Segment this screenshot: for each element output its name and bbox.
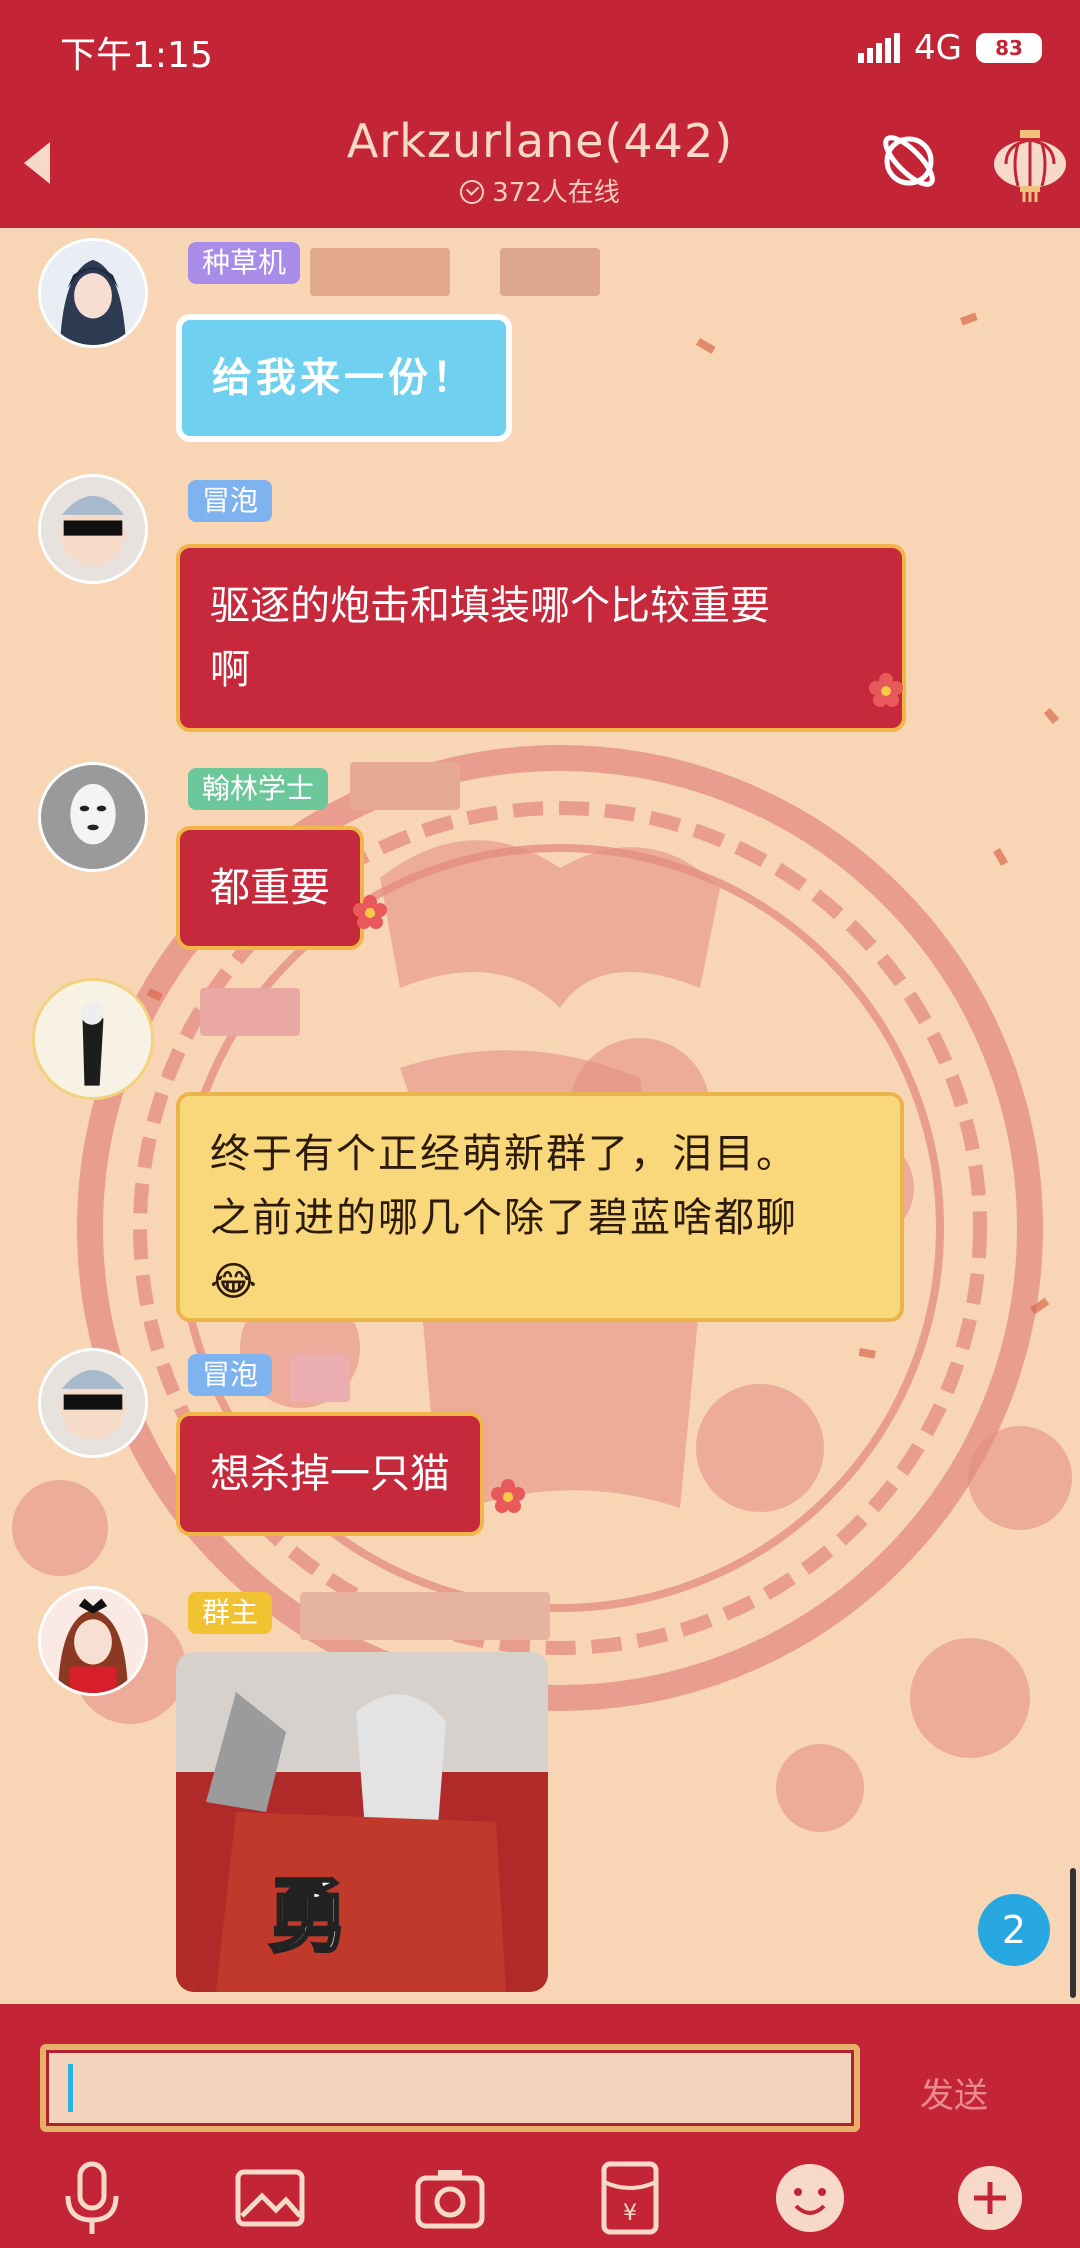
- composer-bar: 发送 ¥: [0, 2004, 1080, 2248]
- network-type: 4G: [914, 28, 962, 68]
- avatar[interactable]: [32, 978, 154, 1100]
- member-tag: 群主: [188, 1592, 273, 1634]
- avatar[interactable]: [38, 1586, 148, 1696]
- message-bubble[interactable]: 终于有个正经萌新群了，泪目。 之前进的哪几个除了碧蓝啥都聊 😂: [176, 1092, 904, 1322]
- scrollbar[interactable]: [1070, 1868, 1076, 1998]
- chat-header: Arkzurlane(442) 372人在线: [0, 100, 1080, 228]
- member-tag: 冒泡: [188, 1354, 273, 1396]
- camera-icon[interactable]: [410, 2158, 490, 2238]
- blurred-nickname: [200, 988, 300, 1036]
- svg-text:¥: ¥: [623, 2201, 637, 2226]
- message-bubble[interactable]: 给我来一份！: [176, 314, 512, 442]
- send-button[interactable]: 发送: [920, 2068, 988, 2117]
- avatar[interactable]: [38, 762, 148, 872]
- emoji-icon[interactable]: [770, 2158, 850, 2238]
- blurred-nickname: [350, 762, 460, 810]
- member-tag: 种草机: [188, 242, 301, 284]
- image-caption: 勇: [267, 1868, 350, 1965]
- chat-message-list[interactable]: 种草机 给我来一份！ 冒泡 驱逐的炮击和填装哪个比较重要 啊 翰林学士 都重要 …: [0, 228, 1080, 2004]
- avatar[interactable]: [38, 474, 148, 584]
- microphone-icon[interactable]: [52, 2158, 132, 2238]
- planet-icon[interactable]: [876, 128, 942, 194]
- battery-icon: 83: [976, 33, 1042, 63]
- avatar[interactable]: [38, 1348, 148, 1458]
- blurred-nickname: [310, 248, 450, 296]
- status-time: 下午1:15: [60, 35, 213, 76]
- battery-level: 83: [995, 36, 1023, 60]
- blurred-nickname: [290, 1354, 350, 1402]
- message-bubble[interactable]: 都重要: [176, 826, 364, 950]
- red-packet-icon[interactable]: ¥: [590, 2158, 670, 2238]
- plus-icon[interactable]: [950, 2158, 1030, 2238]
- member-tag: 冒泡: [188, 480, 273, 522]
- flower-icon: [869, 673, 903, 707]
- message-bubble[interactable]: 驱逐的炮击和填装哪个比较重要 啊: [176, 544, 906, 732]
- flower-icon: [491, 1479, 525, 1513]
- image-thumbnail: [176, 1652, 548, 1992]
- member-tag: 翰林学士: [188, 768, 329, 810]
- unread-badge[interactable]: 2: [978, 1894, 1050, 1966]
- laughing-emoji: 😂: [210, 1259, 259, 1305]
- input-toolbar: ¥: [0, 2154, 1080, 2248]
- lantern-icon[interactable]: [990, 124, 1070, 204]
- signal-icon: [858, 33, 901, 63]
- status-bar: 下午1:15 4G 83: [0, 0, 1080, 100]
- text-cursor: [68, 2064, 73, 2112]
- blurred-nickname: [500, 248, 600, 296]
- image-message[interactable]: 勇: [176, 1652, 548, 1992]
- image-icon[interactable]: [230, 2158, 310, 2238]
- message-bubble[interactable]: 想杀掉一只猫: [176, 1412, 484, 1536]
- message-input[interactable]: [40, 2044, 860, 2132]
- online-check-icon: [460, 180, 485, 204]
- avatar[interactable]: [38, 238, 148, 348]
- flower-icon: [353, 895, 387, 929]
- blurred-nickname: [300, 1592, 550, 1640]
